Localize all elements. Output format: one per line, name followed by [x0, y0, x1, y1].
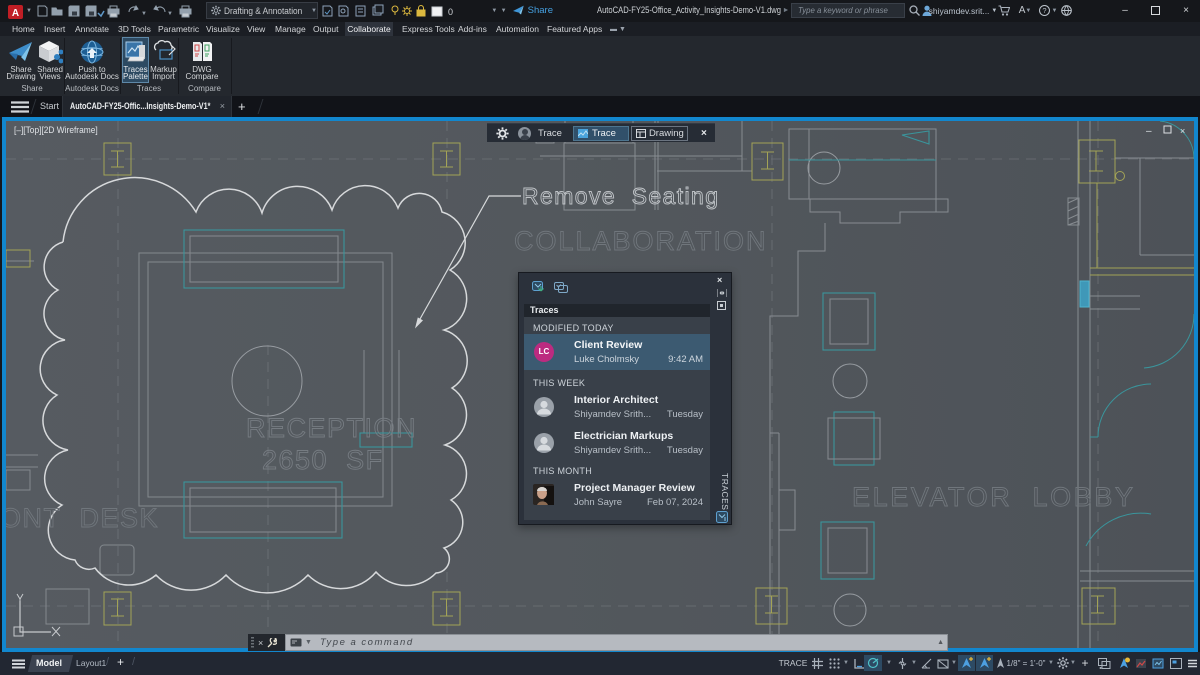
- svg-text:×: ×: [1180, 126, 1185, 136]
- svg-text:–: –: [1146, 126, 1152, 137]
- svg-text:[–][Top][2D Wireframe]: [–][Top][2D Wireframe]: [14, 125, 98, 135]
- svg-text:RECEPTION: RECEPTION: [246, 413, 417, 443]
- svg-text:COLLABORATION: COLLABORATION: [514, 226, 768, 256]
- svg-text:ELEVATOR LOBBY: ELEVATOR LOBBY: [852, 482, 1136, 512]
- svg-text:▼: ▼: [141, 11, 147, 17]
- svg-text:ONT DESK: ONT DESK: [6, 503, 159, 533]
- svg-text:A: A: [12, 8, 19, 19]
- svg-text:▼: ▼: [167, 11, 173, 17]
- svg-text:?: ?: [1042, 6, 1046, 15]
- svg-text:2650 SF: 2650 SF: [262, 445, 384, 475]
- svg-text:0: 0: [448, 7, 453, 17]
- svg-text:Remove Seating: Remove Seating: [522, 183, 719, 209]
